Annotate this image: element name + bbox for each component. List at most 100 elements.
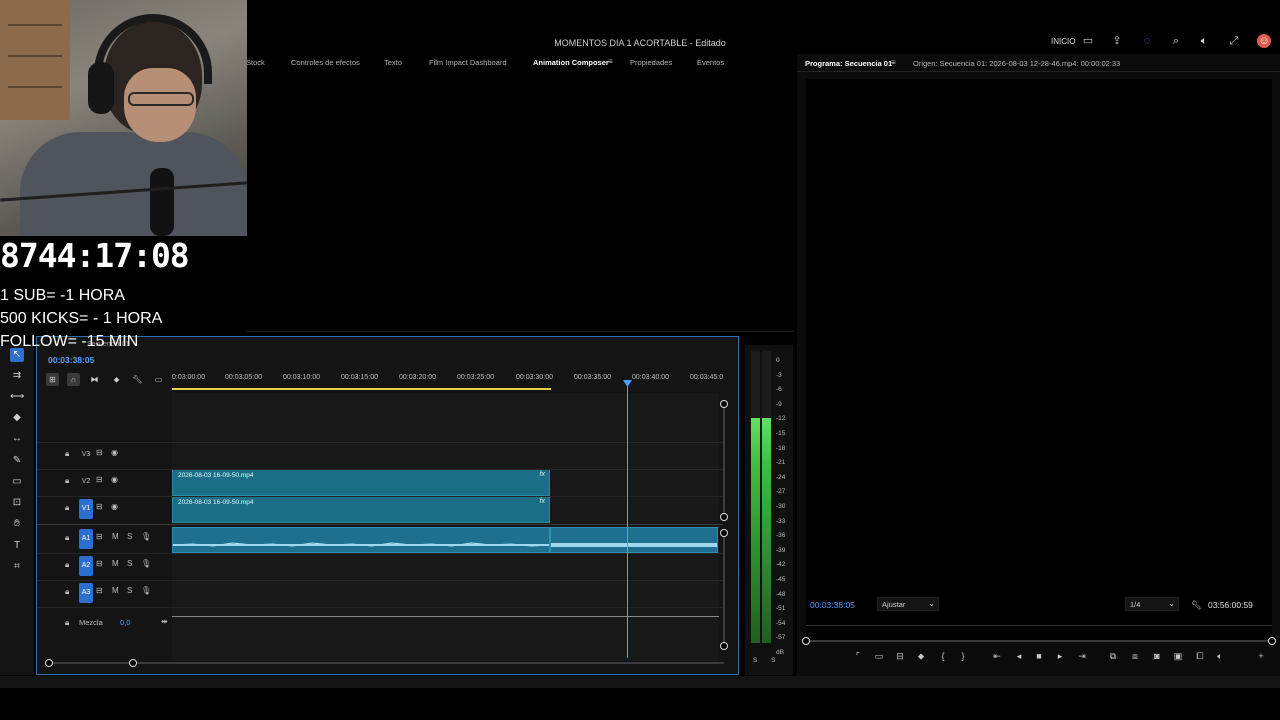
- audio-clip-a1[interactable]: [172, 527, 550, 553]
- sync-icon[interactable]: ⊟: [96, 559, 103, 568]
- sync-icon[interactable]: ⊟: [96, 475, 103, 484]
- solo-button[interactable]: S: [127, 532, 132, 541]
- pen-icon[interactable]: ✎: [10, 454, 24, 468]
- rectangle-icon[interactable]: ▭: [10, 475, 24, 489]
- step-back-icon[interactable]: ◂: [1013, 650, 1025, 662]
- go-to-in-icon[interactable]: ⇤: [991, 650, 1003, 662]
- eye-icon[interactable]: ◉: [111, 502, 118, 511]
- mark-out-brace-icon[interactable]: }: [957, 650, 969, 662]
- audio-clip-a1-b[interactable]: [550, 527, 718, 553]
- share-icon[interactable]: ⇪: [1110, 34, 1124, 48]
- timeline-timecode[interactable]: 00:03:38:05: [48, 355, 94, 365]
- ripple-edit-icon[interactable]: ⟷: [10, 390, 24, 404]
- lock-icon[interactable]: 🔒︎: [65, 533, 69, 543]
- track-name[interactable]: V1: [79, 499, 93, 519]
- lock-icon[interactable]: 🔒︎: [65, 618, 69, 628]
- sync-icon[interactable]: ⊟: [96, 532, 103, 541]
- scroll-handle-right[interactable]: [129, 659, 137, 667]
- wrench-icon[interactable]: 🔧︎: [131, 373, 144, 386]
- mark-in-brace-icon[interactable]: {: [937, 650, 949, 662]
- tab-source[interactable]: Origen: Secuencia 01: 2026-08-03 12-28-4…: [913, 59, 1120, 68]
- work-area-bar[interactable]: [172, 388, 551, 390]
- search-icon[interactable]: ⌕: [1169, 34, 1183, 48]
- volume-icon[interactable]: 🔈︎: [1197, 34, 1211, 48]
- inicio-button[interactable]: INICIO: [1051, 37, 1075, 46]
- insert-icon[interactable]: ⧉: [1107, 650, 1119, 662]
- lift-icon[interactable]: ⊟: [894, 650, 906, 662]
- solo-button[interactable]: S: [127, 559, 132, 568]
- playhead[interactable]: [627, 384, 628, 658]
- audio-icon[interactable]: 🔈︎: [1214, 650, 1226, 662]
- generative-icon[interactable]: ⌗: [10, 560, 24, 574]
- tab-animation-composer[interactable]: Animation Composer: [533, 58, 609, 67]
- progress-icon[interactable]: ◌: [1140, 34, 1154, 48]
- mute-button[interactable]: M: [112, 586, 119, 595]
- razor-icon[interactable]: ◆: [10, 411, 24, 425]
- mix-level-line[interactable]: [172, 616, 719, 617]
- tab-program[interactable]: Programa: Secuencia 01: [805, 59, 892, 68]
- tab-eventos[interactable]: Eventos: [697, 58, 724, 67]
- microphone-icon[interactable]: 🎙︎: [141, 532, 151, 541]
- audio-tracks-scrollbar[interactable]: [720, 529, 728, 650]
- track-name[interactable]: V3: [79, 445, 93, 465]
- panel-menu-icon[interactable]: ≡: [608, 57, 613, 66]
- add-button-icon[interactable]: +: [1255, 650, 1267, 662]
- tab-propiedades[interactable]: Propiedades: [630, 58, 672, 67]
- video-clip-v2[interactable]: 2026-08-03 16-09-50.mp4 fx: [172, 469, 550, 496]
- hand-icon[interactable]: ✋︎: [10, 517, 24, 531]
- workspace-icon[interactable]: ▭: [1081, 34, 1095, 48]
- tab-controles-de-efectos[interactable]: Controles de efectos: [291, 58, 360, 67]
- lock-icon[interactable]: 🔒︎: [65, 476, 69, 486]
- sync-icon[interactable]: ⊟: [96, 586, 103, 595]
- go-to-out-icon[interactable]: ⇥: [1076, 650, 1088, 662]
- scroll-handle-bottom[interactable]: [720, 513, 728, 521]
- scroll-handle-top[interactable]: [720, 529, 728, 537]
- multicam-icon[interactable]: ⧠: [1194, 650, 1206, 662]
- safe-margins-icon[interactable]: ▭: [873, 650, 885, 662]
- resolution-dropdown[interactable]: 1/4 ⌄: [1125, 597, 1179, 611]
- eye-icon[interactable]: ◉: [111, 448, 118, 457]
- go-to-end-icon[interactable]: ⇹: [161, 617, 168, 626]
- scroll-handle-left[interactable]: [45, 659, 53, 667]
- wrench-icon[interactable]: 🔧︎: [1191, 600, 1202, 611]
- add-marker-icon[interactable]: ⬥: [915, 650, 927, 662]
- video-clip-v1[interactable]: 2026-08-03 16-09-50.mp4 fx: [172, 496, 550, 523]
- track-area[interactable]: 2026-08-03 16-09-50.mp4 fx 2026-08-03 16…: [172, 393, 719, 661]
- mix-value[interactable]: 0,0: [120, 618, 130, 627]
- program-timecode[interactable]: 00:03:38:05: [810, 600, 855, 610]
- nest-icon[interactable]: ⊞: [46, 373, 59, 386]
- meter-solo-buttons[interactable]: S S: [753, 657, 781, 664]
- export-frame-icon[interactable]: ◙: [1151, 650, 1163, 662]
- video-tracks-scrollbar[interactable]: [720, 400, 728, 521]
- linked-selection-icon[interactable]: ⧓: [88, 373, 101, 386]
- microphone-icon[interactable]: 🎙︎: [141, 586, 151, 595]
- tab-film-impact-dashboard[interactable]: Film Impact Dashboard: [429, 58, 507, 67]
- timeline-horizontal-scrollbar[interactable]: [45, 659, 724, 667]
- program-menu-icon[interactable]: ≡: [891, 58, 896, 67]
- track-select-icon[interactable]: ⇉: [10, 369, 24, 383]
- compare-icon[interactable]: ▣: [1172, 650, 1184, 662]
- program-scrollbar[interactable]: [802, 637, 1276, 645]
- overwrite-icon[interactable]: ⧈: [1129, 650, 1141, 662]
- mark-in-icon[interactable]: ⌜: [852, 650, 864, 662]
- microphone-icon[interactable]: 🎙︎: [141, 559, 151, 568]
- snap-icon[interactable]: ∩: [67, 373, 80, 386]
- avatar[interactable]: ☺︎: [1257, 34, 1271, 48]
- lock-icon[interactable]: 🔒︎: [65, 449, 69, 459]
- track-name[interactable]: A2: [79, 556, 93, 576]
- scroll-handle-bottom[interactable]: [720, 642, 728, 650]
- eye-icon[interactable]: ◉: [111, 475, 118, 484]
- captions-icon[interactable]: ▭: [152, 373, 165, 386]
- program-ruler[interactable]: [806, 616, 1272, 626]
- scroll-handle-right[interactable]: [1268, 637, 1276, 645]
- fit-dropdown[interactable]: Ajustar ⌄: [877, 597, 939, 611]
- stop-icon[interactable]: ■: [1033, 650, 1045, 662]
- rate-stretch-icon[interactable]: ⊡: [10, 496, 24, 510]
- sync-icon[interactable]: ⊟: [96, 448, 103, 457]
- track-name[interactable]: V2: [79, 472, 93, 492]
- tab-texto[interactable]: Texto: [384, 58, 402, 67]
- lock-icon[interactable]: 🔒︎: [65, 587, 69, 597]
- add-marker-icon[interactable]: ⬥: [110, 373, 123, 386]
- scroll-handle-top[interactable]: [720, 400, 728, 408]
- scroll-handle-left[interactable]: [802, 637, 810, 645]
